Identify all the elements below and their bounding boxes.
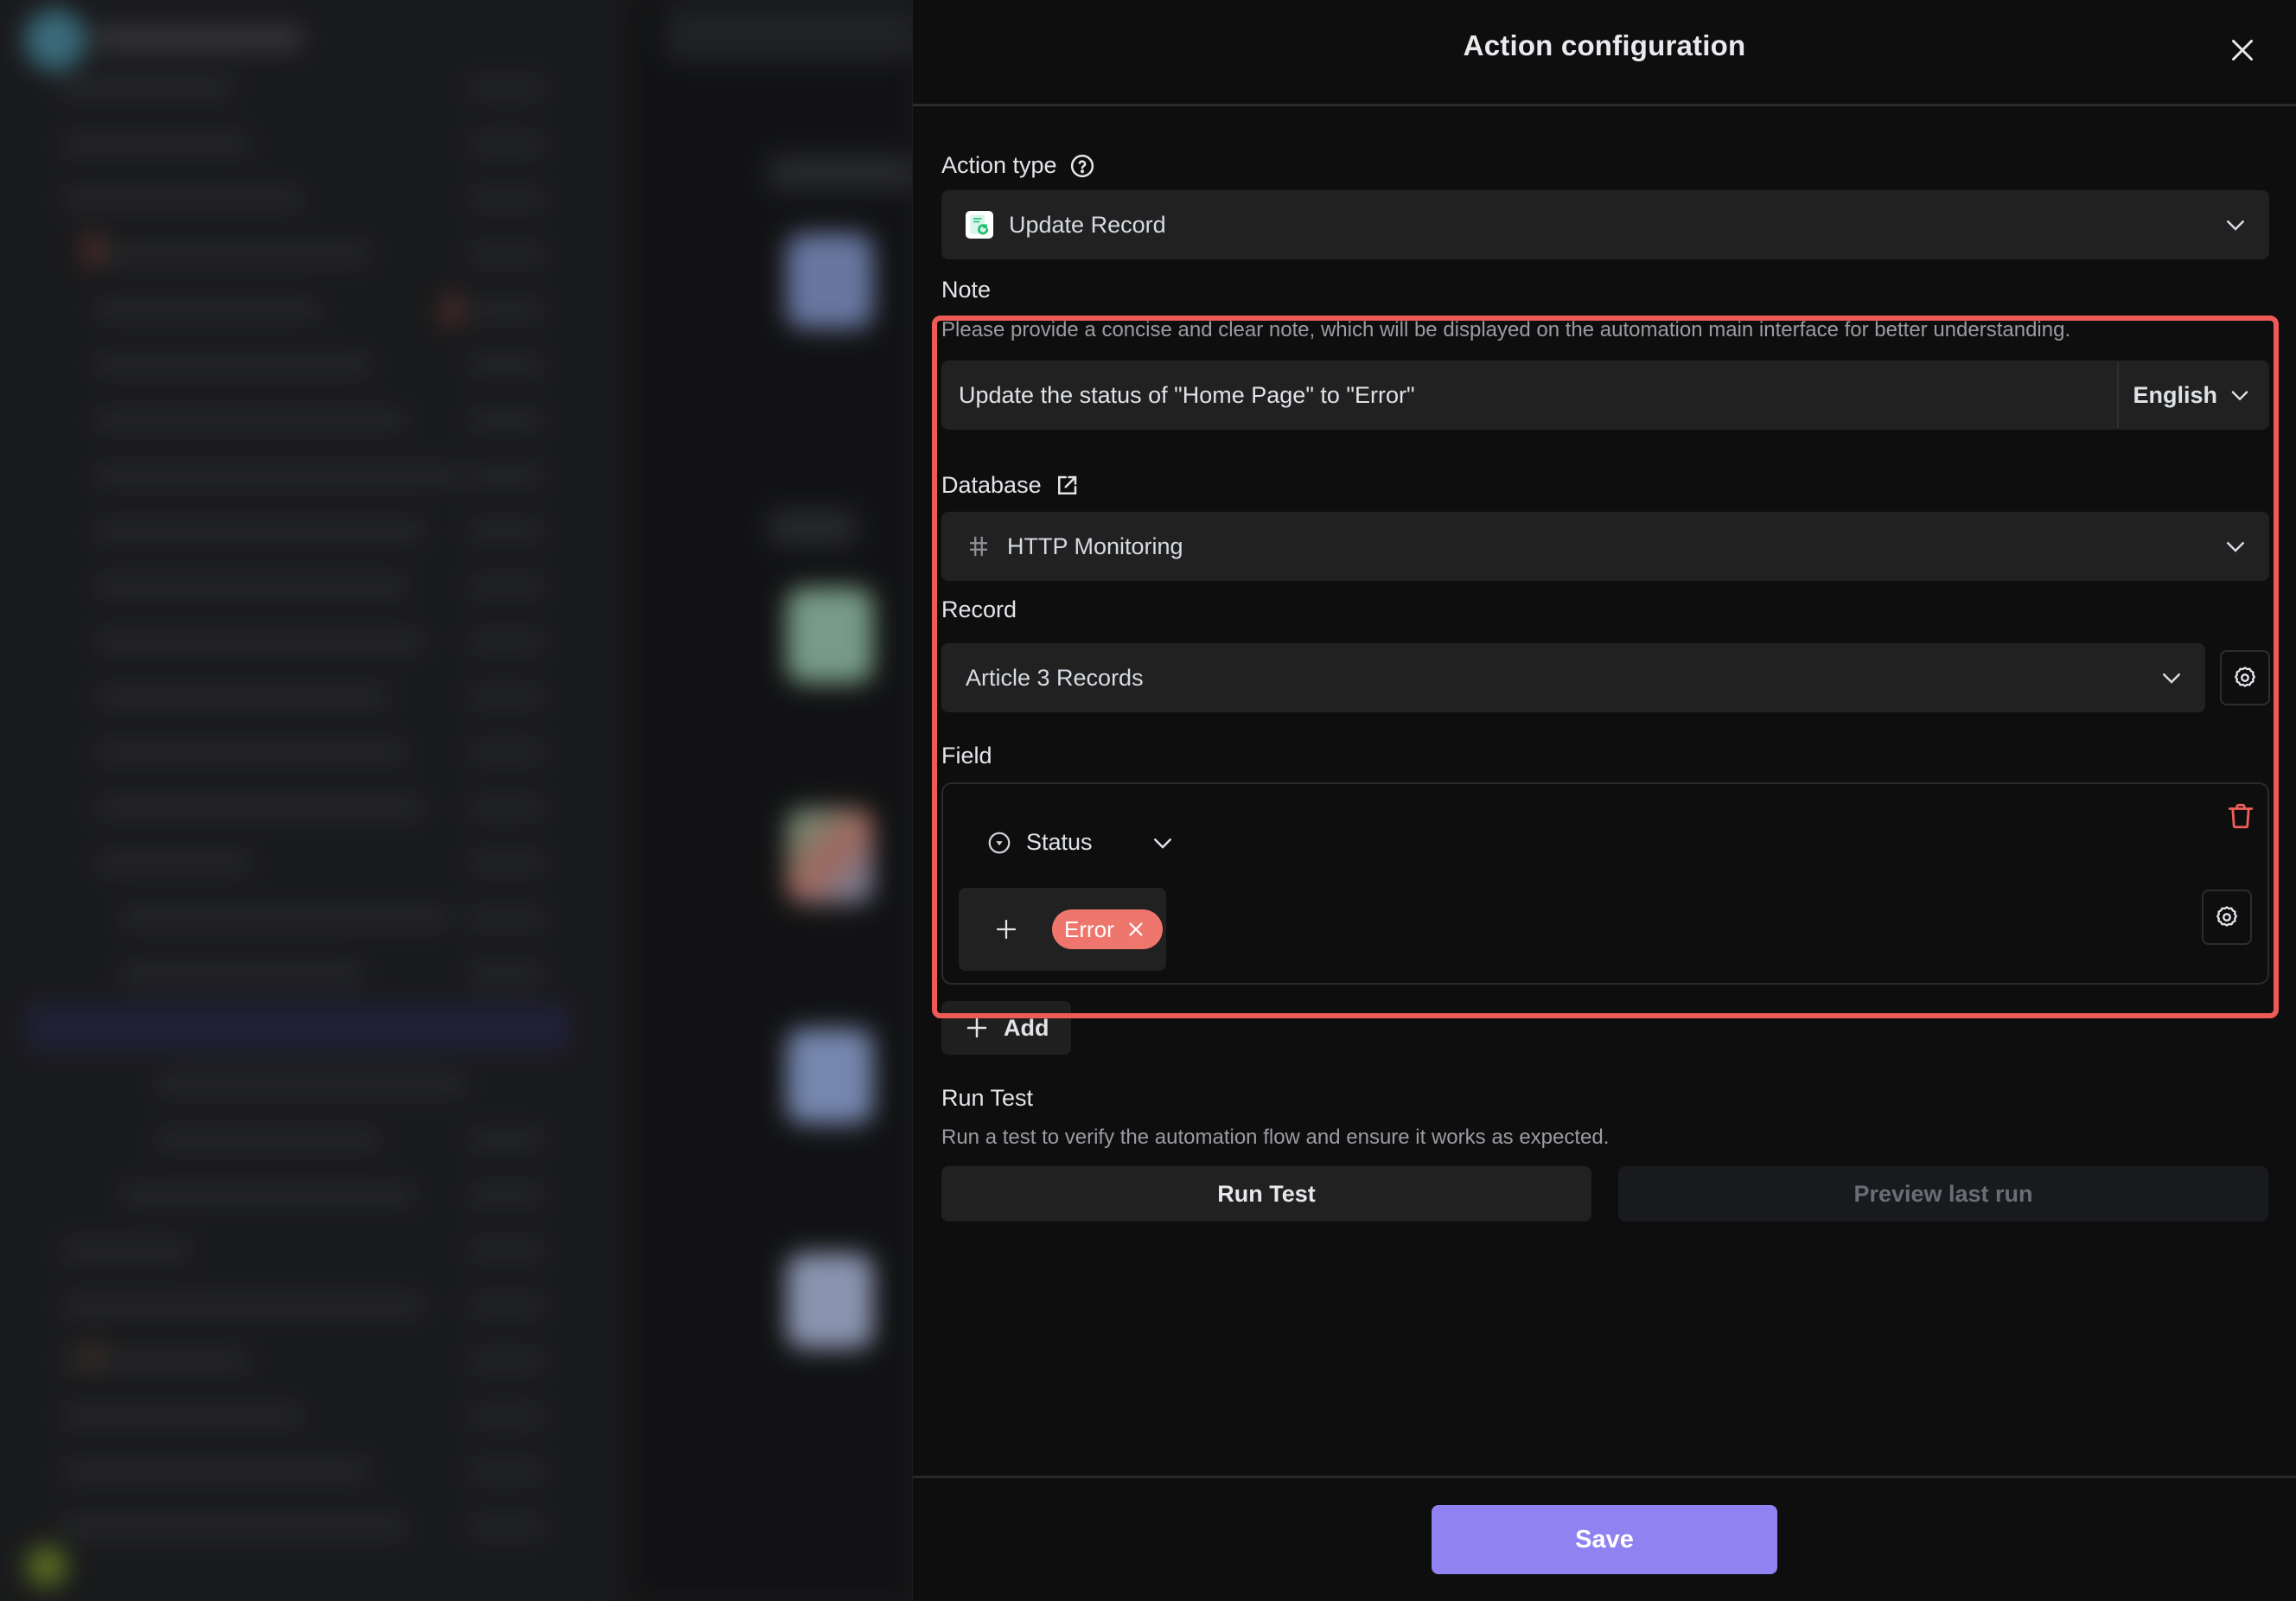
update-record-icon (966, 211, 993, 239)
save-button[interactable]: Save (1432, 1505, 1777, 1574)
add-field-button[interactable]: Add (941, 1001, 1071, 1055)
status-tag-error: Error (1052, 909, 1163, 949)
note-label: Note (941, 277, 991, 303)
delete-field-button[interactable] (2226, 801, 2255, 831)
language-select-value: English (2133, 381, 2217, 408)
note-helper-text: Please provide a concise and clear note,… (941, 318, 2071, 341)
tag-label: Error (1064, 915, 1114, 942)
footer-divider (913, 1476, 2296, 1478)
external-link-icon[interactable] (1054, 473, 1080, 499)
gear-icon (2216, 906, 2237, 927)
record-value: Article 3 Records (966, 664, 1144, 691)
close-icon (2232, 40, 2253, 61)
question-circle-icon[interactable] (1069, 153, 1095, 179)
note-label-text: Note (941, 277, 992, 303)
add-field-label: Add (1004, 1014, 1049, 1041)
panel-title: Action configuration (1463, 29, 1746, 61)
remove-tag-icon[interactable] (1126, 920, 1145, 939)
language-select[interactable]: English (2117, 362, 2269, 428)
note-input-value[interactable]: Update the status of "Home Page" to "Err… (941, 382, 2117, 409)
database-label: Database (941, 472, 1080, 499)
chevron-down-icon (2231, 391, 2248, 401)
gear-icon (2235, 667, 2255, 687)
action-type-value: Update Record (1009, 211, 1166, 238)
field-name-select[interactable]: Status (986, 829, 1176, 856)
chevron-down-icon (1153, 838, 1171, 849)
run-test-label-text: Run Test (941, 1085, 1034, 1111)
trash-icon (2228, 803, 2254, 829)
background-overlay (0, 0, 913, 1601)
action-type-label: Action type (941, 152, 1095, 179)
field-label-text: Field (941, 743, 992, 769)
single-select-icon (988, 832, 1011, 853)
database-select[interactable]: HTTP Monitoring (941, 512, 2269, 581)
record-label-text: Record (941, 596, 1017, 622)
field-settings-button[interactable] (2202, 890, 2252, 945)
close-button[interactable] (2227, 35, 2258, 66)
field-name-value: Status (1026, 829, 1093, 855)
database-label-text: Database (941, 472, 1042, 498)
action-type-label-text: Action type (941, 152, 1057, 178)
run-test-description: Run a test to verify the automation flow… (941, 1126, 1610, 1149)
chevron-down-icon (2223, 212, 2248, 238)
field-value-selector[interactable]: Error (959, 888, 1166, 971)
run-test-button[interactable]: Run Test (941, 1166, 1591, 1221)
record-settings-button[interactable] (2220, 650, 2270, 705)
plus-icon[interactable] (993, 916, 1019, 942)
field-label: Field (941, 743, 992, 769)
hash-icon (966, 533, 992, 559)
record-select[interactable]: Article 3 Records (941, 643, 2205, 712)
chevron-down-icon (2223, 533, 2248, 559)
database-value: HTTP Monitoring (1007, 533, 1183, 559)
run-test-label: Run Test (941, 1085, 1033, 1112)
preview-last-run-button[interactable]: Preview last run (1618, 1166, 2268, 1221)
field-card: Status Error (941, 782, 2269, 985)
action-configuration-panel: Action configuration Action type Update … (912, 0, 2296, 1601)
note-input[interactable]: Update the status of "Home Page" to "Err… (941, 360, 2269, 430)
record-label: Record (941, 596, 1017, 623)
plus-icon (966, 1017, 987, 1038)
action-type-select[interactable]: Update Record (941, 190, 2269, 259)
chevron-down-icon (2159, 665, 2184, 691)
background-app-blurred (0, 0, 913, 1601)
panel-header: Action configuration (913, 0, 2296, 106)
